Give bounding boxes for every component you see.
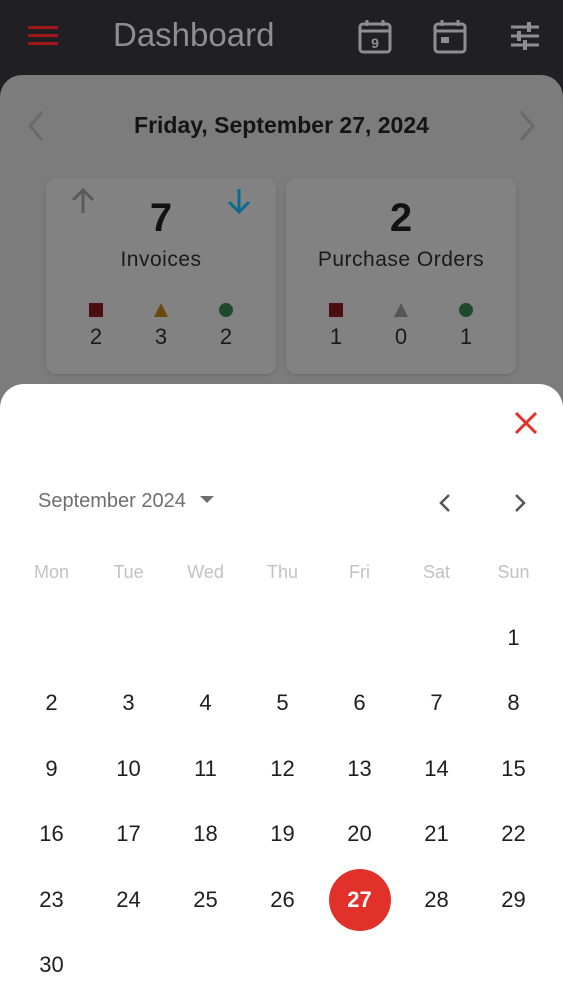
- circle-icon: [219, 303, 233, 317]
- calendar-day-selected[interactable]: 27: [321, 867, 398, 933]
- stat-circle: 1: [446, 302, 486, 350]
- weekday-wed: Wed: [187, 562, 224, 582]
- calendar-day[interactable]: 23: [13, 867, 90, 933]
- triangle-icon: [154, 303, 168, 317]
- app-bar: Dashboard 9: [0, 0, 563, 75]
- calendar-day-number: 9: [371, 35, 379, 51]
- circle-icon: [459, 303, 473, 317]
- invoices-label: Invoices: [120, 248, 202, 271]
- weekday-sat: Sat: [422, 562, 451, 582]
- calendar-day[interactable]: 20: [321, 802, 398, 868]
- calendar-day[interactable]: 7: [398, 671, 475, 737]
- calendar-day[interactable]: 12: [244, 736, 321, 802]
- date-navigator: Friday, September 27, 2024: [0, 108, 563, 144]
- month-year-selector[interactable]: September 2024: [38, 490, 215, 520]
- calendar-day[interactable]: 14: [398, 736, 475, 802]
- invoices-count: 7: [149, 196, 173, 240]
- weekday-thu: Thu: [266, 562, 299, 582]
- invoices-card[interactable]: 7 Invoices 2 3 2: [46, 178, 276, 374]
- stat-circle: 2: [206, 302, 246, 350]
- calendar-day[interactable]: 6: [321, 671, 398, 737]
- calendar-day[interactable]: 1: [475, 605, 552, 671]
- next-day-icon[interactable]: [513, 108, 541, 144]
- stat-square: 2: [76, 302, 116, 350]
- calendar-day[interactable]: 21: [398, 802, 475, 868]
- calendar-day[interactable]: 30: [13, 933, 90, 999]
- weekday-fri: Fri: [349, 562, 370, 582]
- calendar-day[interactable]: 5: [244, 671, 321, 737]
- weekday-tue: Tue: [113, 562, 144, 582]
- purchase-orders-card[interactable]: 2 Purchase Orders 1 0 1: [286, 178, 516, 374]
- selected-date: Friday, September 27, 2024: [134, 112, 429, 138]
- calendar-day[interactable]: 2: [13, 671, 90, 737]
- calendar-day[interactable]: 11: [167, 736, 244, 802]
- purchase-orders-label: Purchase Orders: [317, 248, 485, 271]
- calendar-day[interactable]: 8: [475, 671, 552, 737]
- calendar-day[interactable]: 3: [90, 671, 167, 737]
- calendar-icon[interactable]: [432, 18, 468, 54]
- square-icon: [329, 303, 343, 317]
- calendar-day[interactable]: 13: [321, 736, 398, 802]
- calendar-day[interactable]: 22: [475, 802, 552, 868]
- weekday-sun: Sun: [497, 562, 530, 582]
- calendar-day-grid: 1 2 3 4 5 6 7 8 9 10 11 12 13 14 15 16 1…: [13, 605, 550, 998]
- calendar-day[interactable]: 29: [475, 867, 552, 933]
- triangle-icon: [394, 303, 408, 317]
- page-title: Dashboard: [113, 16, 275, 53]
- square-icon: [89, 303, 103, 317]
- calendar-day[interactable]: 16: [13, 802, 90, 868]
- calendar-day[interactable]: 9: [13, 736, 90, 802]
- month-year-label: September 2024: [38, 490, 186, 512]
- date-picker-sheet: September 2024 Mon Tue Wed Thu Fri Sat S…: [0, 384, 563, 1000]
- menu-icon[interactable]: [28, 24, 60, 48]
- tune-icon[interactable]: [507, 18, 543, 54]
- stat-square: 1: [316, 302, 356, 350]
- calendar-day[interactable]: 4: [167, 671, 244, 737]
- calendar-day[interactable]: 10: [90, 736, 167, 802]
- calendar-day[interactable]: 19: [244, 802, 321, 868]
- next-month-icon[interactable]: [505, 488, 535, 518]
- calendar-day[interactable]: 24: [90, 867, 167, 933]
- stat-triangle: 0: [381, 302, 421, 350]
- calendar-day[interactable]: 28: [398, 867, 475, 933]
- previous-month-icon[interactable]: [430, 488, 460, 518]
- dropdown-caret-icon: [200, 496, 215, 504]
- calendar-day[interactable]: 18: [167, 802, 244, 868]
- purchase-orders-count: 2: [389, 196, 413, 240]
- calendar-day[interactable]: 17: [90, 802, 167, 868]
- weekday-mon: Mon: [33, 562, 69, 582]
- calendar-day[interactable]: 25: [167, 867, 244, 933]
- calendar-day[interactable]: 15: [475, 736, 552, 802]
- close-icon[interactable]: [513, 410, 539, 436]
- stat-triangle: 3: [141, 302, 181, 350]
- calendar-today-icon[interactable]: 9: [357, 18, 393, 54]
- weekday-header: Mon Tue Wed Thu Fri Sat Sun: [13, 562, 550, 583]
- calendar-day[interactable]: 26: [244, 867, 321, 933]
